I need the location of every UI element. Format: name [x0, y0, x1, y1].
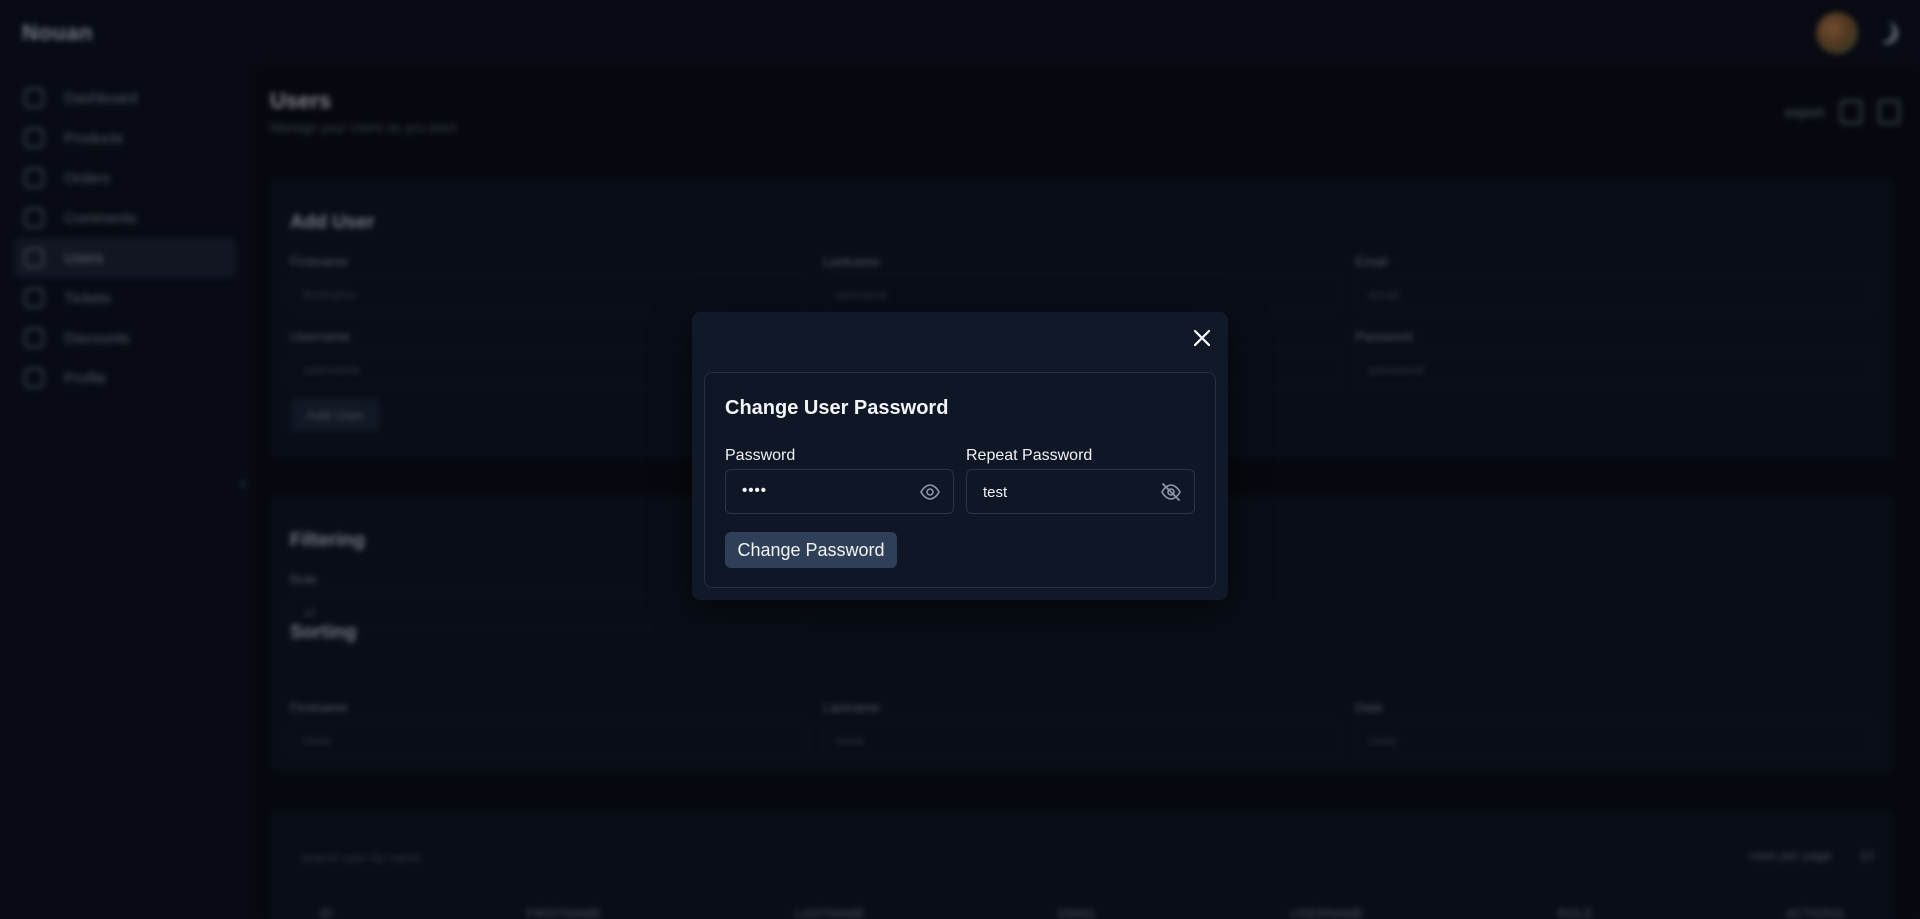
column-header[interactable]: LASTNAME: [795, 906, 865, 919]
users-table-card: search user by name rows per page 10 ID …: [270, 810, 1894, 919]
column-header[interactable]: FIRSTNAME: [526, 906, 601, 919]
repeat-password-field: Repeat Password test: [966, 447, 1195, 514]
sidebar-item-label: Comments: [64, 209, 137, 227]
sidebar-item-products[interactable]: Products: [14, 118, 236, 158]
repeat-password-field-label: Repeat Password: [966, 447, 1093, 464]
sidebar-item-tickets[interactable]: Tickets: [14, 278, 236, 318]
sidebar-item-discounts[interactable]: Discounts: [14, 318, 236, 358]
change-password-modal: Change User Password Password •••• Repea…: [692, 312, 1228, 600]
sidebar-item-label: Dashboard: [64, 89, 138, 107]
column-header[interactable]: USERNAME: [1290, 906, 1364, 919]
rows-per-page-label: rows per page: [1749, 848, 1832, 863]
eye-off-icon[interactable]: [1160, 482, 1182, 502]
password-field-value: ••••: [742, 482, 768, 499]
column-header[interactable]: ROLE: [1557, 906, 1592, 919]
export-sheet-icon[interactable]: [1878, 100, 1900, 124]
page-subtitle: Manage your Users as you want: [270, 120, 457, 135]
add-user-button[interactable]: Add User: [290, 398, 381, 432]
repeat-password-field-input[interactable]: test: [966, 469, 1195, 514]
repeat-password-field-value: test: [983, 484, 1008, 501]
sidebar-item-label: Discounts: [64, 329, 130, 347]
sort-lastname-label: Lastname: [822, 700, 880, 715]
email-label: Email: [1355, 254, 1388, 269]
sorting-title: Sorting: [290, 622, 357, 643]
page-title: Users: [270, 88, 332, 113]
sidebar-item-users[interactable]: Users: [14, 238, 236, 278]
sidebar-item-comments[interactable]: Comments: [14, 198, 236, 238]
tickets-icon: [24, 288, 44, 308]
sort-date-label: Date: [1355, 700, 1383, 715]
theme-toggle-icon[interactable]: [1876, 22, 1898, 44]
dashboard-icon: [24, 88, 44, 108]
modal-title: Change User Password: [725, 397, 949, 419]
user-search-input[interactable]: search user by name: [300, 850, 421, 865]
sort-lastname-select[interactable]: none: [822, 721, 1342, 757]
sidebar-item-label: Orders: [64, 169, 110, 187]
profile-icon: [24, 368, 44, 388]
password-field-label: Password: [725, 447, 796, 464]
sidebar-item-label: Products: [64, 129, 124, 147]
table-header: ID FIRSTNAME LASTNAME EMAIL USERNAME ROL…: [290, 906, 1874, 919]
column-header[interactable]: ID: [320, 906, 333, 919]
eye-icon[interactable]: [919, 482, 941, 502]
password-field: Password ••••: [725, 447, 954, 514]
users-icon: [24, 248, 44, 268]
firstname-label: Firstname: [290, 254, 348, 269]
firstname-input[interactable]: firstname: [290, 275, 809, 311]
password-field-input[interactable]: ••••: [725, 469, 954, 514]
column-header[interactable]: EMAIL: [1058, 906, 1097, 919]
discounts-icon: [24, 328, 44, 348]
password-input[interactable]: password: [1355, 350, 1874, 386]
orders-icon: [24, 168, 44, 188]
comments-icon: [24, 208, 44, 228]
sort-firstname-label: Firstname: [290, 700, 348, 715]
change-password-button[interactable]: Change Password: [725, 532, 897, 568]
export-file-icon[interactable]: [1840, 100, 1862, 124]
sort-date-select[interactable]: none: [1355, 721, 1874, 757]
sidebar-item-label: Tickets: [64, 289, 111, 307]
products-icon: [24, 128, 44, 148]
close-icon[interactable]: [1188, 324, 1216, 352]
rows-per-page-select[interactable]: 10: [1860, 848, 1874, 863]
sidebar-item-label: Profile: [64, 369, 107, 387]
sidebar-item-profile[interactable]: Profile: [14, 358, 236, 398]
lastname-input[interactable]: lastname: [822, 275, 1342, 311]
lastname-label: Lastname: [822, 254, 880, 269]
top-bar: Nouan: [0, 0, 1920, 66]
password-label: Password: [1355, 329, 1413, 344]
column-header[interactable]: ACTIONS: [1786, 906, 1844, 919]
app-logo[interactable]: Nouan: [22, 20, 93, 46]
email-input[interactable]: email: [1355, 275, 1874, 311]
change-password-card: Change User Password Password •••• Repea…: [704, 372, 1216, 588]
sidebar-item-orders[interactable]: Orders: [14, 158, 236, 198]
sidebar-item-label: Users: [64, 249, 104, 267]
avatar[interactable]: [1816, 12, 1858, 54]
sidebar: Dashboard Products Orders Comments Users…: [0, 66, 250, 919]
add-user-title: Add User: [290, 212, 375, 233]
sidebar-item-dashboard[interactable]: Dashboard: [14, 78, 236, 118]
sort-firstname-select[interactable]: none: [290, 721, 809, 757]
export-label: export: [1785, 104, 1824, 120]
